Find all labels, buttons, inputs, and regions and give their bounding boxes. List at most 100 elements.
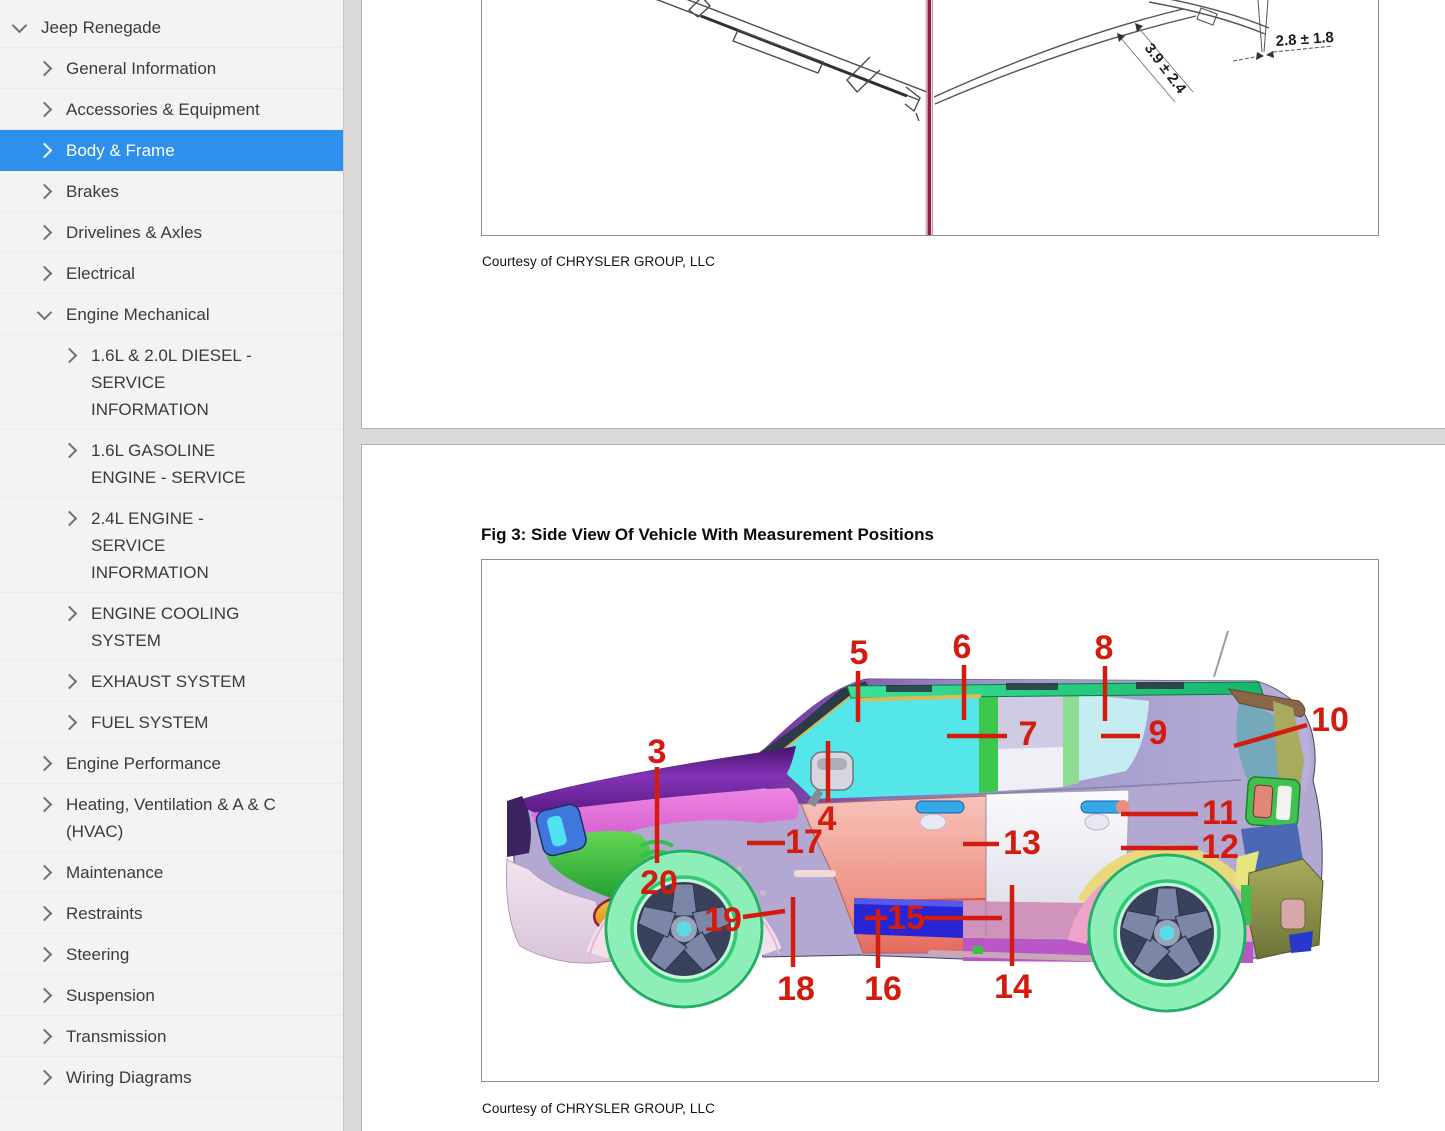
document-page-1: 2.8 ± 1.8 3.9 ± 2.4 Courtesy of CHRYSLER… <box>361 0 1445 429</box>
figure-1-frame: 2.8 ± 1.8 3.9 ± 2.4 <box>481 0 1379 236</box>
sidebar-item-1-6l-gasoline-engine-service[interactable]: 1.6L GASOLINE ENGINE - SERVICE <box>0 430 343 498</box>
sidebar-item-label: Accessories & Equipment <box>66 96 260 123</box>
sidebar-item-label: Transmission <box>66 1023 166 1050</box>
sidebar-item-restraints[interactable]: Restraints <box>0 893 343 934</box>
toc-sidebar: Jeep Renegade General Information Accessor… <box>0 0 344 1131</box>
sidebar-item-label: ENGINE COOLING SYSTEM <box>91 600 279 654</box>
callout-number-11: 11 <box>1202 794 1238 832</box>
sidebar-item-label: FUEL SYSTEM <box>91 709 208 736</box>
sidebar-item-label: Drivelines & Axles <box>66 219 202 246</box>
callout-number-12: 12 <box>1201 828 1239 866</box>
sidebar-item-engine-mechanical[interactable]: Engine Mechanical <box>0 294 343 335</box>
sidebar-item-label: 1.6L GASOLINE ENGINE - SERVICE <box>91 437 279 491</box>
callout-number-13: 13 <box>1003 824 1041 862</box>
sidebar-item-label: Engine Performance <box>66 750 221 777</box>
sidebar-item-label: EXHAUST SYSTEM <box>91 668 246 695</box>
chevron-right-icon[interactable] <box>62 715 78 731</box>
sidebar-item-jeep-renegade[interactable]: Jeep Renegade <box>0 7 343 48</box>
chevron-right-icon[interactable] <box>37 865 53 881</box>
chevron-right-icon[interactable] <box>37 102 53 118</box>
chevron-right-icon[interactable] <box>37 61 53 77</box>
chevron-right-icon[interactable] <box>37 143 53 159</box>
sidebar-item-label: Wiring Diagrams <box>66 1064 192 1091</box>
sidebar-item-label: Jeep Renegade <box>41 14 161 41</box>
sidebar-item-body-frame[interactable]: Body & Frame <box>0 130 343 171</box>
sidebar-item-fuel-system[interactable]: FUEL SYSTEM <box>0 702 343 743</box>
chevron-right-icon[interactable] <box>62 348 78 364</box>
sidebar-item-label: 2.4L ENGINE - SERVICE INFORMATION <box>91 505 279 586</box>
callout-number-17: 17 <box>785 823 823 861</box>
sidebar-item-steering[interactable]: Steering <box>0 934 343 975</box>
figure-3-frame: 34567891011121314151617181920 <box>481 559 1379 1082</box>
sidebar-item-heating-ventilation-a-c-hvac[interactable]: Heating, Ventilation & A & C (HVAC) <box>0 784 343 852</box>
figure-1-reference-line <box>928 0 932 235</box>
sidebar-item-exhaust-system[interactable]: EXHAUST SYSTEM <box>0 661 343 702</box>
chevron-right-icon[interactable] <box>37 266 53 282</box>
b-pillar <box>979 692 998 793</box>
sidebar-item-electrical[interactable]: Electrical <box>0 253 343 294</box>
figure-1-line-art: 2.8 ± 1.8 3.9 ± 2.4 <box>482 0 1378 235</box>
sidebar-item-label: Restraints <box>66 900 143 927</box>
sidebar-item-label: Steering <box>66 941 129 968</box>
toc-tree: Jeep Renegade General Information Accessor… <box>0 7 343 1098</box>
chevron-right-icon[interactable] <box>37 947 53 963</box>
callout-number-18: 18 <box>777 970 815 1008</box>
figure-3-caption: Courtesy of CHRYSLER GROUP, LLC <box>482 1101 715 1116</box>
callout-number-16: 16 <box>864 970 902 1008</box>
sidebar-item-label: Maintenance <box>66 859 163 886</box>
callout-number-14: 14 <box>994 968 1032 1006</box>
sidebar-item-label: Heating, Ventilation & A & C (HVAC) <box>66 791 306 845</box>
callout-number-20: 20 <box>640 864 678 902</box>
chevron-right-icon[interactable] <box>37 756 53 772</box>
chevron-right-icon[interactable] <box>62 674 78 690</box>
sidebar-item-maintenance[interactable]: Maintenance <box>0 852 343 893</box>
chevron-down-icon[interactable] <box>12 18 28 34</box>
document-page-2: Fig 3: Side View Of Vehicle With Measure… <box>361 444 1445 1131</box>
chevron-right-icon[interactable] <box>37 1029 53 1045</box>
callout-number-19: 19 <box>704 901 742 939</box>
sidebar-item-label: Body & Frame <box>66 137 175 164</box>
callout-number-10: 10 <box>1311 701 1349 739</box>
chevron-right-icon[interactable] <box>37 797 53 813</box>
callout-number-7: 7 <box>1019 715 1038 753</box>
chevron-right-icon[interactable] <box>37 184 53 200</box>
callout-number-9: 9 <box>1149 714 1168 752</box>
callout-number-3: 3 <box>648 733 667 771</box>
chevron-right-icon[interactable] <box>37 988 53 1004</box>
sidebar-item-label: 1.6L & 2.0L DIESEL - SERVICE INFORMATION <box>91 342 279 423</box>
figure-1-caption: Courtesy of CHRYSLER GROUP, LLC <box>482 254 715 269</box>
figure-3-title: Fig 3: Side View Of Vehicle With Measure… <box>481 525 934 545</box>
sidebar-item-label: Engine Mechanical <box>66 301 210 328</box>
sidebar-item-suspension[interactable]: Suspension <box>0 975 343 1016</box>
sidebar-item-1-6l-2-0l-diesel-service-information[interactable]: 1.6L & 2.0L DIESEL - SERVICE INFORMATION <box>0 335 343 430</box>
chevron-right-icon[interactable] <box>37 906 53 922</box>
chevron-down-icon[interactable] <box>37 305 53 321</box>
chevron-right-icon[interactable] <box>37 1070 53 1086</box>
sidebar-item-wiring-diagrams[interactable]: Wiring Diagrams <box>0 1057 343 1098</box>
callout-number-15: 15 <box>887 899 925 937</box>
dimension-label-2-8: 2.8 ± 1.8 <box>1275 29 1334 50</box>
chevron-right-icon[interactable] <box>37 225 53 241</box>
sidebar-item-2-4l-engine-service-information[interactable]: 2.4L ENGINE - SERVICE INFORMATION <box>0 498 343 593</box>
dimension-label-3-9: 3.9 ± 2.4 <box>1141 40 1190 97</box>
chevron-right-icon[interactable] <box>62 606 78 622</box>
taillight <box>1245 776 1300 828</box>
front-door-window <box>773 690 979 799</box>
sidebar-item-transmission[interactable]: Transmission <box>0 1016 343 1057</box>
document-viewport[interactable]: 2.8 ± 1.8 3.9 ± 2.4 Courtesy of CHRYSLER… <box>345 0 1445 1131</box>
sidebar-item-general-information[interactable]: General Information <box>0 48 343 89</box>
chevron-right-icon[interactable] <box>62 443 78 459</box>
sidebar-item-brakes[interactable]: Brakes <box>0 171 343 212</box>
sidebar-item-label: Suspension <box>66 982 155 1009</box>
callout-number-5: 5 <box>850 634 869 672</box>
callout-number-6: 6 <box>953 628 972 666</box>
sidebar-item-accessories-equipment[interactable]: Accessories & Equipment <box>0 89 343 130</box>
sidebar-item-drivelines-axles[interactable]: Drivelines & Axles <box>0 212 343 253</box>
sidebar-item-engine-performance[interactable]: Engine Performance <box>0 743 343 784</box>
sidebar-item-label: Electrical <box>66 260 135 287</box>
sidebar-item-label: Brakes <box>66 178 119 205</box>
rear-wheel <box>1089 855 1245 1011</box>
figure-3-vehicle-diagram: 34567891011121314151617181920 <box>482 560 1378 1081</box>
sidebar-item-engine-cooling-system[interactable]: ENGINE COOLING SYSTEM <box>0 593 343 661</box>
chevron-right-icon[interactable] <box>62 511 78 527</box>
